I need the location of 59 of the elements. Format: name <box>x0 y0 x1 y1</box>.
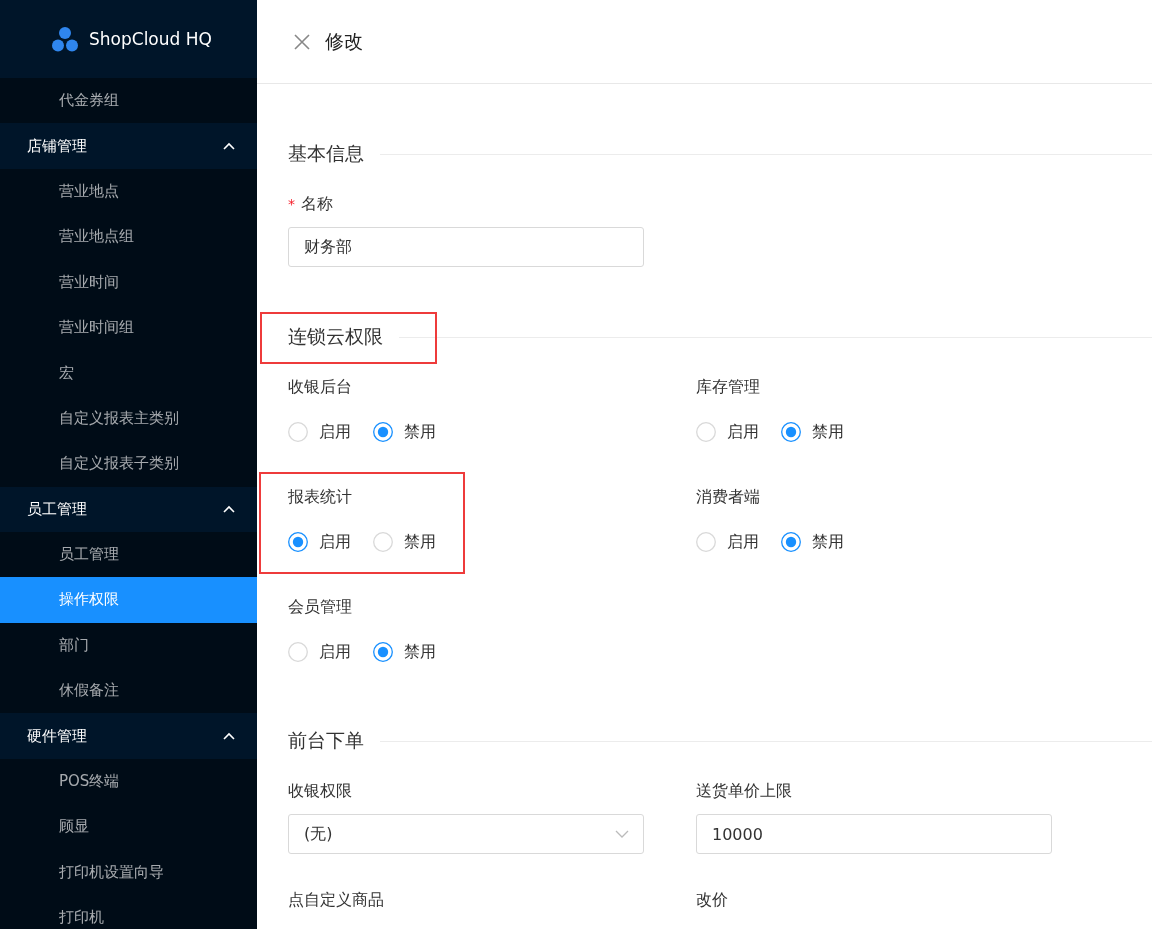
radio-option[interactable]: 禁用 <box>781 421 844 443</box>
radio-option[interactable]: 禁用 <box>781 531 844 553</box>
sidebar-item[interactable]: 顾显 <box>0 804 257 850</box>
select-value: (无) <box>304 823 333 845</box>
radio-option[interactable]: 禁用 <box>373 421 436 443</box>
radio-option[interactable]: 启用 <box>288 641 351 663</box>
group-label: 硬件管理 <box>27 726 87 746</box>
radio-button[interactable] <box>781 422 801 442</box>
sidebar-item[interactable]: 打印机设置向导 <box>0 849 257 896</box>
sidebar-item[interactable]: 营业时间组 <box>0 304 257 351</box>
brand-name: ShopCloud HQ <box>89 29 212 49</box>
radio-option[interactable]: 启用 <box>696 421 759 443</box>
permission-label: 报表统计 <box>288 486 353 508</box>
radio-option[interactable]: 启用 <box>696 531 759 553</box>
sidebar-item[interactable]: 打印机 <box>0 895 257 929</box>
permission-label: 消费者端 <box>696 486 761 508</box>
sidebar-item[interactable]: 自定义报表主类别 <box>0 395 257 442</box>
chevron-down-icon <box>615 830 629 838</box>
radio-option[interactable]: 禁用 <box>373 531 436 553</box>
radio-button[interactable] <box>288 532 308 552</box>
sidebar-item[interactable]: 营业地点 <box>0 168 257 215</box>
sidebar-item[interactable]: 营业地点组 <box>0 214 257 260</box>
sidebar-item[interactable]: 部门 <box>0 622 257 669</box>
required-mark: * <box>288 196 295 212</box>
input-field[interactable]: 10000 <box>696 814 1052 854</box>
field-label: 点自定义商品 <box>288 889 384 911</box>
radio-button[interactable] <box>781 532 801 552</box>
select-field[interactable]: (无) <box>288 814 644 854</box>
group-label: 店铺管理 <box>27 136 87 156</box>
section-title: 连锁云权限 <box>288 324 383 349</box>
permission-label: 库存管理 <box>696 376 761 398</box>
field-label: 名称 <box>301 193 333 215</box>
sidebar-item[interactable]: 宏 <box>0 350 257 396</box>
drawer-title: 修改 <box>325 28 363 54</box>
radio-option[interactable]: 禁用 <box>373 641 436 663</box>
section-title: 前台下单 <box>288 728 364 753</box>
sidebar-group[interactable]: 员工管理 <box>0 486 257 532</box>
permission-label: 会员管理 <box>288 596 353 618</box>
radio-button[interactable] <box>373 642 393 662</box>
radio-option[interactable]: 启用 <box>288 421 351 443</box>
sidebar-group[interactable]: 硬件管理 <box>0 713 257 759</box>
sidebar-item[interactable]: 代金券组 <box>0 78 257 124</box>
sidebar-item[interactable]: 营业时间 <box>0 259 257 305</box>
close-icon[interactable] <box>294 33 310 50</box>
sidebar-item[interactable]: 自定义报表子类别 <box>0 441 257 487</box>
radio-option[interactable]: 启用 <box>288 531 351 553</box>
input-field[interactable]: 财务部 <box>288 227 644 267</box>
field-label: 改价 <box>696 889 728 911</box>
group-label: 员工管理 <box>27 499 87 519</box>
sidebar-item[interactable]: 休假备注 <box>0 668 257 714</box>
radio-button[interactable] <box>373 422 393 442</box>
section-title: 基本信息 <box>288 141 364 166</box>
field-label: 收银权限 <box>288 780 352 802</box>
sidebar-item[interactable]: POS终端 <box>0 758 257 805</box>
sidebar-item[interactable]: 员工管理 <box>0 531 257 578</box>
sidebar-group[interactable]: 店铺管理 <box>0 123 257 169</box>
permission-label: 收银后台 <box>288 376 353 398</box>
field-label: 送货单价上限 <box>696 780 792 802</box>
logo-icon <box>52 26 78 52</box>
